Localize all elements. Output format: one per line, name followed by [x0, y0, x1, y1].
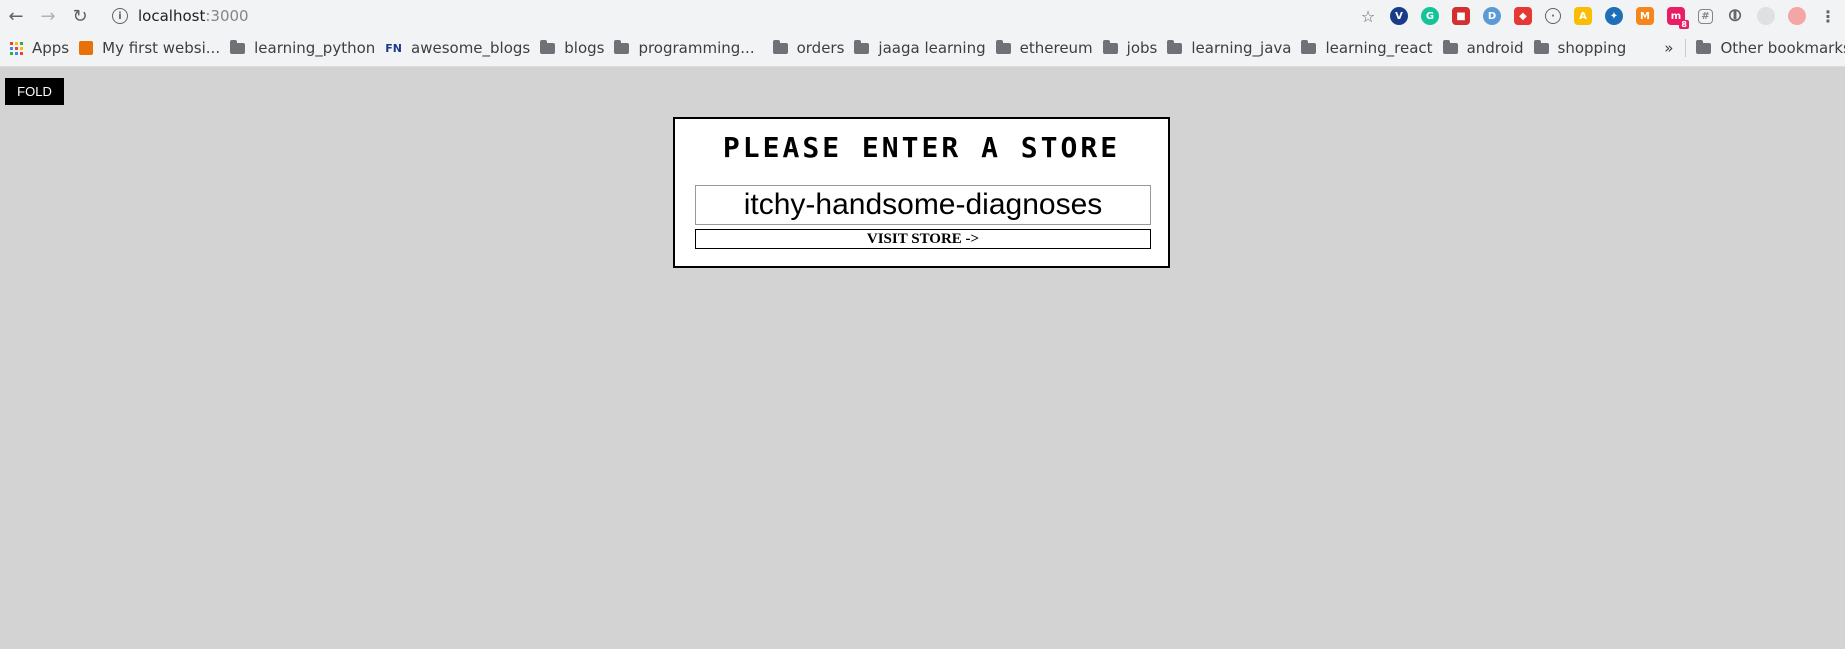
site-icon: [79, 41, 94, 55]
bookmark-orders[interactable]: orders: [772, 39, 845, 57]
bookmark-label: blogs: [564, 39, 605, 57]
page-title: PLEASE ENTER A STORE: [722, 131, 1121, 164]
bookmark-shopping[interactable]: shopping: [1533, 39, 1627, 57]
folder-icon: [1533, 39, 1549, 54]
folder-icon: [1301, 39, 1317, 54]
more-bookmarks-chevron-icon[interactable]: »: [1664, 39, 1673, 57]
folder-icon: [230, 39, 246, 54]
browser-toolbar: ← → ↻ i localhost:3000 ☆ V G ■ D ◆ · A ✦…: [0, 0, 1845, 32]
other-bookmarks-label: Other bookmarks: [1720, 39, 1845, 57]
grey-extension-icon[interactable]: [1757, 7, 1775, 25]
folder-icon: [614, 39, 630, 54]
bookmarks-bar: Apps My first websi... learning_python F…: [0, 34, 1845, 62]
reload-icon[interactable]: ↻: [68, 4, 92, 28]
bookmark-label: ethereum: [1019, 39, 1093, 57]
fold-button[interactable]: FOLD: [5, 78, 64, 105]
blue-extension-icon[interactable]: ✦: [1605, 7, 1623, 25]
bookmark-blogs[interactable]: blogs: [540, 39, 604, 57]
bookmark-programming[interactable]: programming...: [614, 39, 755, 57]
url-port: :3000: [205, 7, 249, 25]
forward-icon[interactable]: →: [36, 4, 60, 28]
bookmark-label: programming...: [638, 39, 755, 57]
d-extension-icon[interactable]: D: [1483, 7, 1501, 25]
folder-icon: [540, 39, 556, 54]
folder-icon: [1696, 39, 1712, 54]
back-icon[interactable]: ←: [4, 4, 28, 28]
apps-grid-icon: [10, 41, 23, 55]
folder-icon: [772, 39, 788, 54]
bookmark-label: shopping: [1557, 39, 1627, 57]
browser-chrome: ← → ↻ i localhost:3000 ☆ V G ■ D ◆ · A ✦…: [0, 0, 1845, 67]
colorful-extension-icon[interactable]: ◆: [1514, 7, 1532, 25]
bookmark-label: orders: [796, 39, 845, 57]
other-bookmarks[interactable]: Other bookmarks: [1685, 39, 1845, 57]
bookmark-label: learning_java: [1191, 39, 1292, 57]
bookmark-apps[interactable]: Apps: [10, 39, 69, 57]
extensions-bar: ☆ V G ■ D ◆ · A ✦ M m8 # ⦷ ⋮: [1346, 4, 1845, 29]
circle-extension-icon[interactable]: ·: [1545, 8, 1561, 24]
bookmark-learning-python[interactable]: learning_python: [230, 39, 375, 57]
folder-icon: [854, 39, 870, 54]
red-extension-icon[interactable]: ■: [1452, 7, 1470, 25]
url-host: localhost: [138, 7, 206, 25]
bookmark-label: awesome_blogs: [411, 39, 531, 57]
info-icon[interactable]: i: [112, 8, 128, 24]
vue-devtools-icon[interactable]: V: [1390, 7, 1408, 25]
bookmark-awesome-blogs[interactable]: FN awesome_blogs: [385, 39, 530, 57]
bookmark-jobs[interactable]: jobs: [1102, 39, 1158, 57]
bookmark-ethereum[interactable]: ethereum: [995, 39, 1093, 57]
grid-extension-icon[interactable]: #: [1698, 8, 1713, 24]
m-extension-icon[interactable]: m8: [1667, 7, 1689, 29]
bookmark-learning-java[interactable]: learning_java: [1167, 39, 1291, 57]
folder-icon: [1442, 39, 1458, 54]
bookmark-label: Apps: [32, 39, 70, 57]
bookmark-learning-react[interactable]: learning_react: [1301, 39, 1433, 57]
fn-icon: FN: [385, 41, 403, 55]
store-selector-form: PLEASE ENTER A STORE VISIT STORE ->: [673, 117, 1170, 268]
extension-badge: 8: [1679, 20, 1689, 29]
profile-avatar[interactable]: [1788, 7, 1806, 25]
bookmark-label: android: [1466, 39, 1524, 57]
address-bar[interactable]: i localhost:3000: [112, 4, 249, 28]
grammarly-icon[interactable]: G: [1421, 7, 1439, 25]
bookmark-label: learning_react: [1325, 39, 1433, 57]
folder-icon: [1167, 39, 1183, 54]
bookmark-jaaga-learning[interactable]: jaaga learning: [854, 39, 986, 57]
bookmark-my-first-website[interactable]: My first websi...: [79, 39, 220, 57]
bookmark-label: learning_python: [254, 39, 376, 57]
metamask-icon[interactable]: M: [1636, 7, 1654, 25]
folder-icon: [1102, 39, 1118, 54]
bookmark-label: jobs: [1126, 39, 1158, 57]
menu-kebab-icon[interactable]: ⋮: [1819, 7, 1837, 26]
visit-store-button[interactable]: VISIT STORE ->: [695, 229, 1151, 249]
bookmark-label: jaaga learning: [878, 39, 986, 57]
bookmark-android[interactable]: android: [1442, 39, 1524, 57]
bookmark-label: My first websi...: [102, 39, 221, 57]
yellow-extension-icon[interactable]: A: [1574, 7, 1592, 25]
swirl-extension-icon[interactable]: ⦷: [1726, 6, 1744, 25]
folder-icon: [995, 39, 1011, 54]
store-name-input[interactable]: [695, 185, 1151, 225]
star-bookmark-icon[interactable]: ☆: [1359, 7, 1377, 26]
